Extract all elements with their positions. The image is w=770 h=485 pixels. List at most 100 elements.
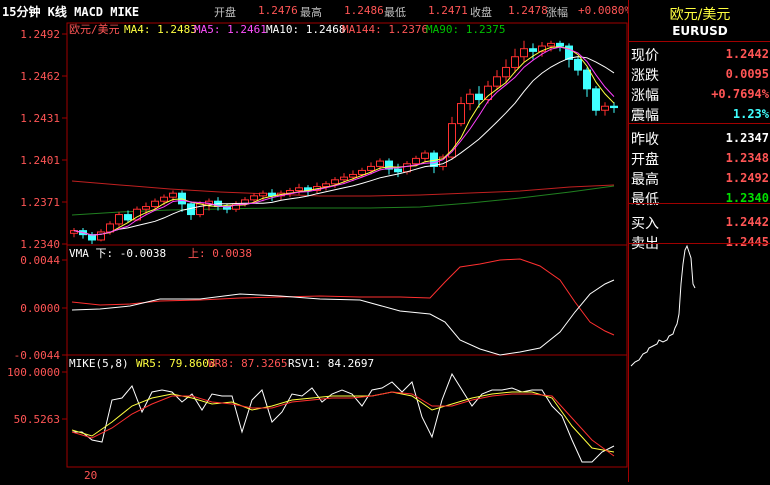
legend-ma5: MA5: 1.2461 [194, 23, 267, 36]
sidebar-symbol-code: EURUSD [672, 24, 728, 38]
sidebar-row-value: 1.23% [732, 107, 769, 121]
sidebar-row-label: 开盘 [631, 152, 659, 168]
legend-ma10: MA10: 1.2468 [266, 23, 345, 36]
candle-body [403, 163, 411, 173]
candle-body [556, 42, 564, 47]
candle-body [574, 58, 582, 71]
candle-body [529, 48, 537, 52]
main-y-tick: 1.2492 [20, 28, 60, 41]
candle-body [322, 183, 330, 187]
vma-y-tick: 0.0044 [20, 254, 60, 267]
candle-body [601, 105, 609, 111]
main-y-tick: 1.2401 [20, 154, 60, 167]
mike-legend: MIKE(5,8) WR5: 79.8603 WR8: 87.3265 RSV1… [69, 357, 374, 370]
candle-body [394, 168, 402, 173]
sidebar-row: 现价 1.2442 [629, 43, 770, 65]
sidebar-row: 昨收 1.2347 [629, 127, 770, 149]
sidebar-row: 买入 1.2442 [629, 211, 770, 233]
mike-rsv-line [72, 372, 615, 463]
sidebar-row: 震幅 1.23% [629, 103, 770, 125]
high-label: 最高 [300, 6, 322, 19]
sidebar-divider [629, 123, 770, 124]
main-panel-frame [66, 22, 628, 246]
sidebar-row-label: 震幅 [631, 108, 659, 124]
candle-body [421, 152, 429, 159]
high-value: 1.2486 [344, 4, 384, 17]
sidebar-row: 最高 1.2492 [629, 167, 770, 189]
sidebar-row: 开盘 1.2348 [629, 147, 770, 169]
candle-body [493, 76, 501, 87]
chart-area[interactable]: 1.2492 1.2462 1.2431 1.2401 1.2371 1.234… [0, 22, 628, 482]
candle-body [592, 88, 600, 111]
vma-y-tick: -0.0044 [14, 349, 61, 362]
sidebar-row: 最低 1.2340 [629, 187, 770, 209]
sidebar-row: 涨幅 +0.7694% [629, 83, 770, 105]
vma-up-line [71, 258, 615, 336]
sidebar-row-value: 1.2442 [725, 215, 769, 229]
legend-ma144: MA144: 1.2376 [342, 23, 428, 36]
main-y-tick: 1.2340 [20, 238, 60, 251]
mini-trend-chart[interactable] [629, 244, 770, 482]
vma-legend-up: 上: 0.0038 [188, 247, 252, 260]
candle-body [115, 214, 123, 225]
vma-y-tick: 0.0000 [20, 302, 60, 315]
top-info-bar: 15分钟 K线 MACD MIKE 开盘 1.2476 最高 1.2486 最低… [0, 0, 631, 22]
legend-name: 欧元/美元 [69, 23, 120, 36]
sidebar-row-label: 昨收 [631, 132, 659, 148]
candle-body [484, 85, 492, 101]
mike-y-tick: 50.5263 [14, 413, 60, 426]
candle-body [196, 203, 204, 216]
change-label: 涨幅 [546, 6, 568, 19]
candle-body [259, 192, 267, 197]
sidebar-row-value: 1.2348 [725, 151, 769, 165]
candle-body [331, 179, 339, 185]
legend-ma4: MA4: 1.2483 [124, 23, 197, 36]
candle-body [349, 173, 357, 178]
sidebar-row-value: 1.2442 [725, 47, 769, 61]
main-legend: 欧元/美元 MA4: 1.2483 MA5: 1.2461 MA10: 1.24… [69, 23, 505, 36]
chart-svg[interactable]: 1.2492 1.2462 1.2431 1.2401 1.2371 1.234… [0, 22, 628, 482]
mike-panel-frame [66, 354, 628, 468]
mike-legend-name: MIKE(5,8) [69, 357, 129, 370]
candle-body [475, 93, 483, 101]
sidebar-row-value: 0.0095 [725, 67, 769, 81]
candle-body [295, 187, 303, 191]
x-axis-label: 20 [84, 469, 97, 482]
close-value: 1.2478 [508, 4, 548, 17]
candle-body [412, 157, 420, 165]
candle-body [583, 69, 591, 90]
sidebar-title: 欧元/美元 [669, 7, 731, 23]
change-value: +0.0080% [578, 4, 631, 17]
vma-legend-down: VMA 下: -0.0038 [69, 247, 166, 260]
open-value: 1.2476 [258, 4, 298, 17]
candle-body [160, 196, 168, 202]
sidebar-row-label: 现价 [631, 48, 659, 64]
candle-body [547, 42, 555, 47]
candle-body [610, 105, 618, 109]
open-label: 开盘 [214, 6, 236, 19]
sidebar-row-label: 最高 [631, 172, 659, 188]
legend-ma90: MA90: 1.2375 [426, 23, 505, 36]
candle-body [502, 66, 510, 78]
candle-body [466, 93, 474, 105]
close-label: 收盘 [470, 6, 492, 19]
sidebar-row: 涨跌 0.0095 [629, 63, 770, 85]
sidebar-row-value: 1.2492 [725, 171, 769, 185]
mike-y-tick: 100.0000 [7, 366, 60, 379]
low-value: 1.2471 [428, 4, 468, 17]
candle-body [511, 56, 519, 68]
candle-body [457, 103, 465, 125]
sidebar-row-label: 涨跌 [631, 68, 659, 84]
vma-legend: VMA 下: -0.0038 上: 0.0038 [69, 247, 252, 260]
chart-title: 15分钟 K线 MACD MIKE [2, 5, 140, 19]
low-label: 最低 [384, 6, 406, 19]
candle-body [142, 206, 150, 210]
mike-wr8-line [71, 391, 615, 457]
candle-body [151, 200, 159, 208]
sidebar-row-value: +0.7694% [711, 87, 769, 101]
mike-y-axis: 100.0000 50.5263 [7, 366, 67, 426]
sidebar-row-value: 1.2347 [725, 131, 769, 145]
vma-y-axis: 0.0044 0.0000 -0.0044 [14, 254, 67, 362]
sidebar-row-label: 买入 [631, 216, 659, 232]
candle-body [169, 192, 177, 198]
